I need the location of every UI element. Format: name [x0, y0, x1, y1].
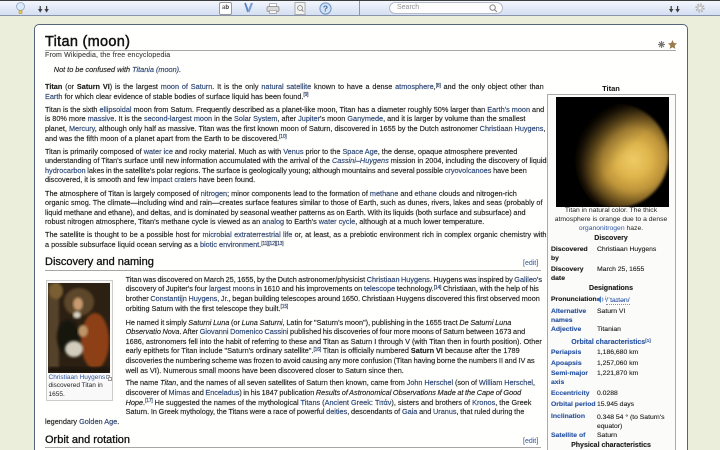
- svg-text:?: ?: [322, 3, 327, 13]
